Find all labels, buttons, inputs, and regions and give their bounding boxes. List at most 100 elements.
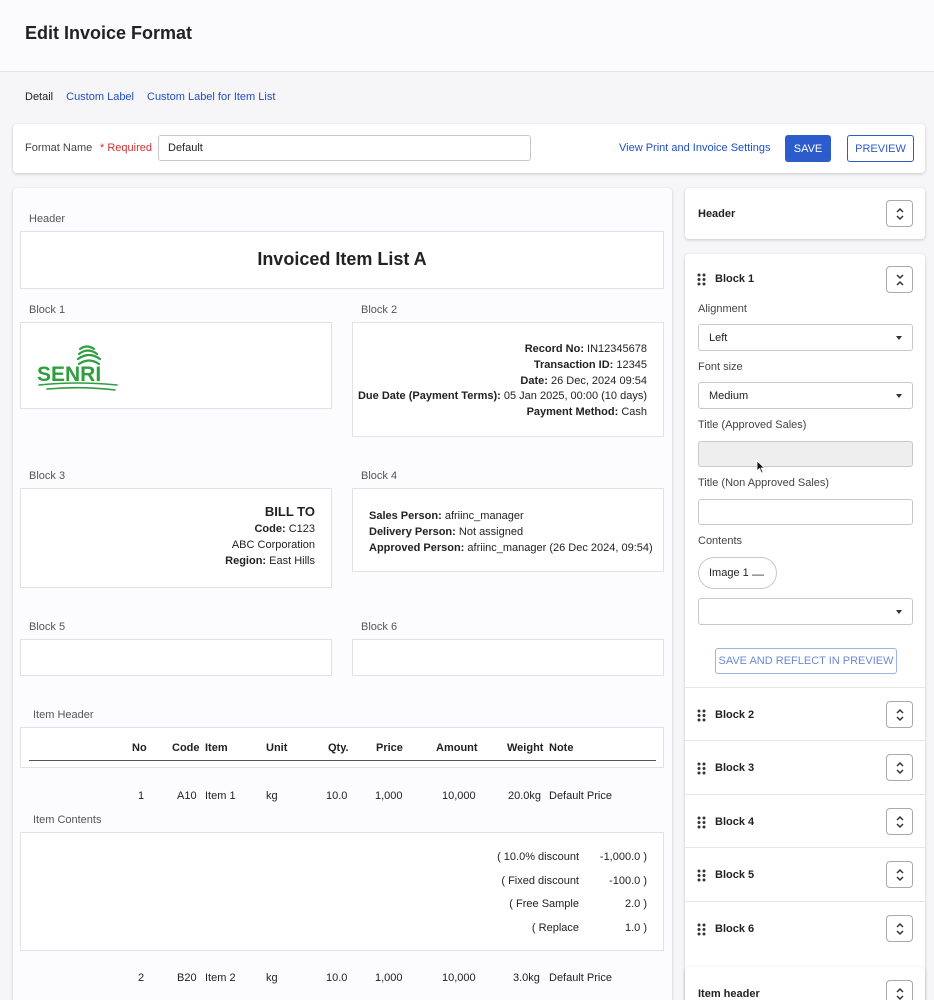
expand-collapse-icon[interactable] (886, 701, 913, 728)
contents-line-1-value: -1,000.0 ) (599, 851, 647, 863)
title-approved-input[interactable] (698, 441, 913, 467)
title-approved-label: Title (Approved Sales) (698, 419, 807, 431)
expand-collapse-icon[interactable] (886, 808, 913, 835)
contents-line-2-label: ( Fixed discount (501, 875, 579, 887)
row1-weight: 20.0kg (508, 790, 542, 802)
item-contents-box[interactable]: ( 10.0% discount -1,000.0 ) ( Fixed disc… (20, 832, 664, 951)
item-header-box[interactable]: No Code Item Unit Qty. Price Amount Weig… (20, 727, 664, 768)
block6-box[interactable] (352, 639, 664, 676)
font-size-label: Font size (698, 361, 743, 373)
bill-to-title: BILL TO (264, 504, 315, 519)
header-box[interactable]: Invoiced Item List A (20, 231, 664, 289)
header-divider (29, 760, 656, 761)
tab-bar: Detail Custom Label Custom Label for Ite… (25, 91, 275, 103)
font-size-select[interactable]: Medium (698, 382, 913, 409)
title-non-approved-input[interactable] (698, 499, 913, 525)
company-line: ABC Corporation (231, 538, 315, 551)
block2-label: Block 2 (361, 304, 398, 316)
block6-settings-title: Block 6 (715, 923, 755, 935)
sidebar-item-block2[interactable]: Block 2 (685, 687, 925, 740)
format-name-input[interactable] (158, 135, 531, 161)
block4-settings-title: Block 4 (715, 816, 755, 828)
expand-collapse-icon[interactable] (886, 980, 913, 1000)
contents-select[interactable] (698, 598, 913, 625)
header-settings-title: Header (698, 208, 736, 220)
sidebar-item-block5[interactable]: Block 5 (685, 847, 925, 900)
drag-handle-icon[interactable] (697, 869, 706, 882)
contents-line-4-value: 1.0 ) (624, 922, 647, 934)
save-button[interactable]: SAVE (785, 135, 831, 162)
block5-label: Block 5 (29, 621, 66, 633)
expand-collapse-icon[interactable] (886, 266, 913, 293)
payment-method-line: Payment Method: Cash (526, 406, 647, 419)
block4-label: Block 4 (361, 470, 398, 482)
alignment-select[interactable]: Left (698, 324, 913, 351)
row1-qty: 10.0 (326, 790, 348, 802)
alignment-label: Alignment (698, 303, 747, 315)
block5-box[interactable] (20, 639, 332, 676)
remove-chip-icon[interactable]: — (752, 567, 764, 581)
preview-button[interactable]: PREVIEW (847, 135, 914, 162)
dropdown-caret-icon (896, 336, 902, 340)
content-chip-image1[interactable]: Image 1 — (698, 557, 777, 589)
sidebar-item-block3[interactable]: Block 3 (685, 740, 925, 793)
block2-box[interactable]: Record No: IN12345678 Transaction ID: 12… (352, 322, 664, 437)
region-line: Region: East Hills (225, 554, 315, 567)
tab-detail[interactable]: Detail (25, 91, 53, 103)
expand-collapse-icon[interactable] (886, 861, 913, 888)
row1-note: Default Price (549, 790, 612, 802)
expand-collapse-icon[interactable] (886, 200, 913, 227)
drag-handle-icon[interactable] (697, 709, 706, 722)
format-name-label: Format Name (25, 142, 93, 154)
sidebar-item-block6[interactable]: Block 6 (685, 901, 925, 956)
approved-person-line: Approved Person: afriinc_manager (26 Dec… (369, 541, 653, 554)
row2-unit: kg (266, 972, 278, 984)
col-item: Item (205, 742, 228, 754)
alignment-value: Left (709, 332, 728, 344)
header-section-label: Header (29, 213, 66, 225)
tab-custom-label-item-list[interactable]: Custom Label for Item List (147, 91, 275, 103)
code-line: Code: C123 (254, 523, 315, 535)
drag-handle-icon[interactable] (697, 816, 706, 829)
title-non-approved-label: Title (Non Approved Sales) (698, 477, 830, 489)
block3-label: Block 3 (29, 470, 66, 482)
block5-settings-title: Block 5 (715, 869, 755, 881)
row1-item: Item 1 (205, 790, 236, 802)
block3-box[interactable]: BILL TO Code: C123 ABC Corporation Regio… (20, 488, 332, 588)
col-price: Price (376, 742, 403, 754)
header-settings-card[interactable]: Header (685, 188, 925, 239)
block1-label: Block 1 (29, 304, 66, 316)
col-no: No (132, 742, 147, 754)
sidebar-item-block4[interactable]: Block 4 (685, 794, 925, 847)
row1-amount: 10,000 (442, 790, 476, 802)
row1-no: 1 (138, 790, 145, 802)
view-print-settings-link[interactable]: View Print and Invoice Settings (619, 142, 770, 154)
drag-handle-icon[interactable] (697, 923, 706, 936)
tab-custom-label[interactable]: Custom Label (66, 91, 134, 103)
row2-qty: 10.0 (326, 972, 348, 984)
expand-collapse-icon[interactable] (886, 915, 913, 942)
block1-box[interactable]: SENRI (20, 322, 332, 409)
item-header-settings-card[interactable]: Item header (685, 967, 925, 1000)
row2-no: 2 (138, 972, 145, 984)
contents-line-3-label: ( Free Sample (509, 898, 579, 910)
drag-handle-icon[interactable] (697, 273, 706, 286)
block6-label: Block 6 (361, 621, 398, 633)
block4-box[interactable]: Sales Person: afriinc_manager Delivery P… (352, 488, 664, 572)
col-unit: Unit (266, 742, 288, 754)
required-indicator: * Required (100, 142, 152, 154)
item-header-settings-title: Item header (698, 988, 760, 1000)
contents-line-4-label: ( Replace (531, 922, 579, 934)
drag-handle-icon[interactable] (697, 762, 706, 775)
col-qty: Qty. (328, 742, 349, 754)
row2-weight: 3.0kg (513, 972, 540, 984)
expand-collapse-icon[interactable] (886, 754, 913, 781)
record-info-lines: Record No: IN12345678 Transaction ID: 12… (358, 342, 647, 421)
record-no-line: Record No: IN12345678 (524, 343, 647, 355)
row2-amount: 10,000 (442, 972, 476, 984)
top-bar: Edit Invoice Format (0, 0, 934, 72)
due-date-line: Due Date (Payment Terms): 05 Jan 2025, 0… (357, 390, 647, 403)
save-and-reflect-button[interactable]: SAVE AND REFLECT IN PREVIEW (715, 648, 897, 674)
format-name-card: Format Name * Required View Print and In… (13, 124, 925, 173)
row2-code: B20 (177, 972, 197, 984)
